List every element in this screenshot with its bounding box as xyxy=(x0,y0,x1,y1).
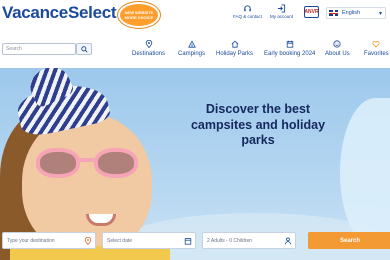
nav-early-booking-label: Early booking 2024 xyxy=(264,51,316,57)
map-pin-icon xyxy=(145,40,152,48)
language-selector[interactable]: English ▾ xyxy=(326,7,386,19)
nav-favorites-label: Favorites xyxy=(364,51,389,57)
headset-icon xyxy=(244,5,251,12)
language-label: English xyxy=(342,10,361,16)
hero-title: Discover the best campsites and holiday … xyxy=(190,102,326,147)
nav-campings-label: Campings xyxy=(178,51,206,57)
search-submit-button[interactable]: Search xyxy=(308,232,390,249)
sunglasses xyxy=(36,148,148,178)
nav-destinations[interactable]: Destinations xyxy=(132,40,165,57)
calendar-icon xyxy=(184,238,192,245)
chevron-down-icon: ▾ xyxy=(378,11,382,17)
person-icon xyxy=(285,237,291,245)
my-account-label: My account xyxy=(270,14,294,19)
location-pin-icon xyxy=(84,237,92,245)
search-button[interactable] xyxy=(76,43,92,55)
my-account-link[interactable]: My account xyxy=(270,4,293,19)
nav-about-us[interactable]: About Us xyxy=(325,40,350,57)
uk-flag-icon xyxy=(329,10,338,16)
top-bar: VacanceSelect NEW WEBSITE MORE CHOICE FA… xyxy=(0,0,390,28)
booking-search-bar: Type your destination Select date 2 Adul… xyxy=(0,228,390,252)
nav-holiday-parks-label: Holiday Parks xyxy=(216,51,254,57)
nav-destinations-label: Destinations xyxy=(132,51,166,57)
smile-icon xyxy=(333,40,341,48)
guests-value: 2 Adults - 0 Children xyxy=(207,237,253,244)
login-icon xyxy=(277,4,286,13)
anvr-logo: ANVR xyxy=(304,6,319,18)
faq-contact-label: FAQ & contact xyxy=(233,14,263,19)
faq-contact-link[interactable]: FAQ & contact xyxy=(233,4,262,19)
house-icon xyxy=(231,40,238,48)
search-icon xyxy=(80,45,88,53)
destination-placeholder: Type your destination xyxy=(7,237,55,244)
destination-input[interactable]: Type your destination xyxy=(2,232,96,249)
nav-favorites[interactable]: Favorites xyxy=(364,40,389,57)
calendar-icon xyxy=(286,40,293,48)
new-website-badge: NEW WEBSITE MORE CHOICE xyxy=(118,2,160,28)
site-logo[interactable]: VacanceSelect xyxy=(2,3,117,23)
guests-selector[interactable]: 2 Adults - 0 Children xyxy=(202,232,296,249)
main-nav: Search Destinations Campings Holiday Par… xyxy=(0,32,390,68)
nav-about-us-label: About Us xyxy=(325,51,350,57)
nav-campings[interactable]: Campings xyxy=(178,40,205,57)
search-input[interactable]: Search xyxy=(2,43,76,55)
heart-icon xyxy=(372,41,380,48)
date-input[interactable]: Select date xyxy=(102,232,196,249)
tent-icon xyxy=(187,40,196,48)
date-placeholder: Select date xyxy=(107,237,133,244)
nav-early-booking[interactable]: Early booking 2024 xyxy=(264,40,315,57)
nav-holiday-parks[interactable]: Holiday Parks xyxy=(216,40,253,57)
